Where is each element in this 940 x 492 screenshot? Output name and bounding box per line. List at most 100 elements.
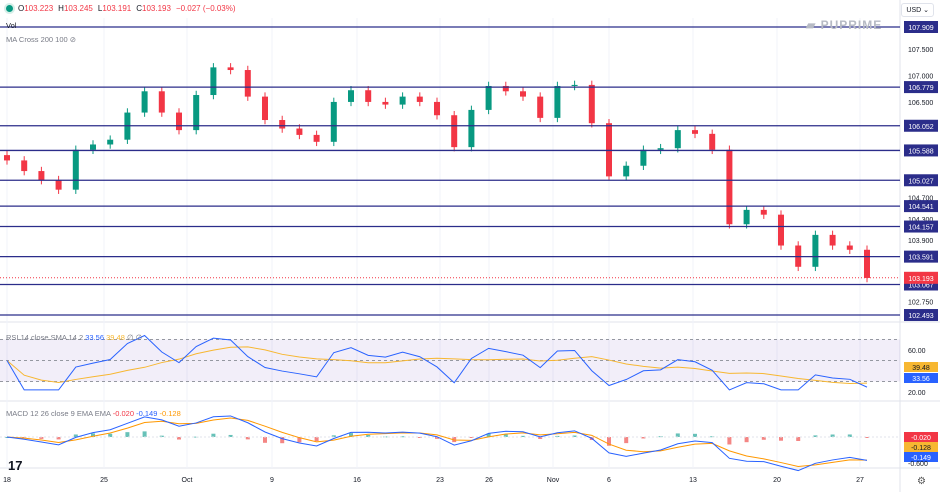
- macd-value: -0.020: [911, 435, 931, 442]
- chart-canvas[interactable]: 18 25 Oct 9 16 23 26 Nov 6 13 20 27 107.500 107.000 10…: [0, 0, 940, 492]
- price-tick-label: 103.900: [908, 238, 933, 245]
- macd-histogram-bar: [796, 437, 801, 441]
- candle-body: [485, 85, 492, 110]
- candle-body: [176, 112, 182, 131]
- candle-body: [692, 130, 698, 134]
- candle-body: [468, 109, 475, 148]
- rsi-ma-legend-value: 39.48: [106, 333, 125, 342]
- macd-line: [6, 415, 868, 472]
- candle-body: [210, 67, 217, 96]
- macd-histogram-bar: [744, 437, 749, 443]
- rsi-tick-label: 20.00: [908, 390, 926, 397]
- candle-body: [244, 70, 251, 97]
- level-label: 104.157: [908, 225, 933, 232]
- candle-body: [348, 90, 354, 102]
- currency-select[interactable]: USD ⌄: [901, 3, 934, 17]
- macd-histogram-bar: [263, 437, 267, 443]
- candle-body: [434, 101, 440, 116]
- candle-body: [520, 91, 526, 97]
- x-tick-label: Oct: [182, 477, 193, 484]
- candle-body: [674, 130, 681, 149]
- x-tick-label: 16: [353, 477, 361, 484]
- x-tick-label: 6: [607, 477, 611, 484]
- x-tick-label: 9: [270, 477, 274, 484]
- rsi-legend[interactable]: RSI 14 close SMA 14 2 33.56 39.48 ∅ ∅: [6, 333, 142, 342]
- macd-value: -0.128: [911, 445, 931, 452]
- low-value: 103.191: [102, 4, 132, 13]
- ohlc-legend: O103.223 H103.245 L103.191 C103.193 −0.0…: [6, 4, 236, 13]
- x-tick-label: Nov: [547, 477, 560, 484]
- price-tick-label: 107.500: [908, 47, 933, 54]
- candle-body: [365, 90, 372, 102]
- x-tick-label: 27: [856, 477, 864, 484]
- macd-histogram-bar: [779, 437, 783, 441]
- macd-legend[interactable]: MACD 12 26 close 9 EMA EMA -0.020 -0.149…: [6, 409, 181, 418]
- x-tick-label: 26: [485, 477, 493, 484]
- candle-body: [21, 160, 28, 172]
- last-price-label: 103.193: [908, 276, 933, 283]
- x-tick-label: 25: [100, 477, 108, 484]
- market-status-icon: [6, 5, 13, 12]
- candle-body: [726, 149, 733, 225]
- currency-value: USD: [906, 7, 922, 14]
- high-value: 103.245: [63, 4, 93, 13]
- logo-text: PUPRIME: [820, 18, 883, 32]
- candle-body: [588, 84, 595, 124]
- macd-histogram-bar: [675, 433, 680, 437]
- candle-body: [554, 85, 561, 118]
- ma-cross-label[interactable]: MA Cross 200 100 ⊘: [6, 35, 76, 44]
- trading-chart[interactable]: 18 25 Oct 9 16 23 26 Nov 6 13 20 27 107.500 107.000 10…: [0, 0, 940, 492]
- candle-body: [760, 209, 767, 215]
- volume-label[interactable]: Vol: [6, 21, 16, 30]
- candle-body: [38, 171, 45, 181]
- candle-body: [778, 214, 784, 246]
- candle-body: [72, 149, 79, 190]
- price-tick-label: 107.000: [908, 73, 933, 80]
- x-tick-label: 23: [436, 477, 444, 484]
- candle-body: [623, 165, 630, 177]
- level-label: 106.779: [908, 85, 933, 92]
- rsi-legend-value: 33.56: [85, 333, 104, 342]
- macd-histogram-bar: [727, 437, 732, 445]
- change-value: −0.027 (−0.03%): [175, 4, 236, 13]
- candle-body: [227, 67, 234, 71]
- candle-body: [279, 120, 286, 129]
- rsi-ma-value: 39.48: [912, 365, 930, 372]
- level-label: 106.052: [908, 124, 933, 131]
- macd-title: MACD 12 26 close 9 EMA EMA: [6, 409, 111, 418]
- candle-body: [193, 95, 200, 131]
- macd-signal-line: [6, 417, 868, 468]
- open-value: 103.223: [24, 4, 54, 13]
- candle-body: [451, 115, 458, 148]
- candle-body: [571, 84, 578, 86]
- level-label: 105.027: [908, 178, 933, 185]
- macd-histogram-bar: [125, 432, 130, 437]
- rsi-tick-label: 60.00: [908, 348, 926, 355]
- candle-body: [313, 134, 320, 142]
- candle-body: [330, 101, 337, 142]
- tradingview-logo[interactable]: 17: [8, 458, 22, 473]
- settings-icon[interactable]: ⚙: [917, 476, 926, 487]
- macd-tick-label: -0.600: [908, 461, 928, 468]
- price-tick-label: 106.500: [908, 100, 933, 107]
- candle-body: [743, 209, 750, 225]
- rsi-extra: ∅ ∅: [126, 333, 143, 342]
- candle-body: [812, 234, 819, 267]
- macd-histogram-bar: [314, 437, 319, 442]
- hidden-eye-icon[interactable]: ⊘: [70, 35, 76, 44]
- candle-body: [846, 245, 853, 250]
- puprime-logo: ▰ PUPRIME: [806, 18, 883, 32]
- macd-histogram-bar: [142, 431, 147, 437]
- candle-body: [141, 91, 148, 113]
- level-label: 105.588: [908, 148, 933, 155]
- candle-body: [90, 144, 96, 150]
- macd-hist-legend: -0.020: [112, 409, 135, 418]
- level-label: 102.493: [908, 313, 933, 320]
- rsi-title: RSI 14 close SMA 14 2: [6, 333, 84, 342]
- level-label: 103.591: [908, 255, 933, 262]
- candle-body: [709, 133, 716, 150]
- candle-body: [296, 128, 303, 135]
- candle-body: [399, 96, 406, 105]
- candle-body: [640, 149, 647, 166]
- x-tick-label: 20: [773, 477, 781, 484]
